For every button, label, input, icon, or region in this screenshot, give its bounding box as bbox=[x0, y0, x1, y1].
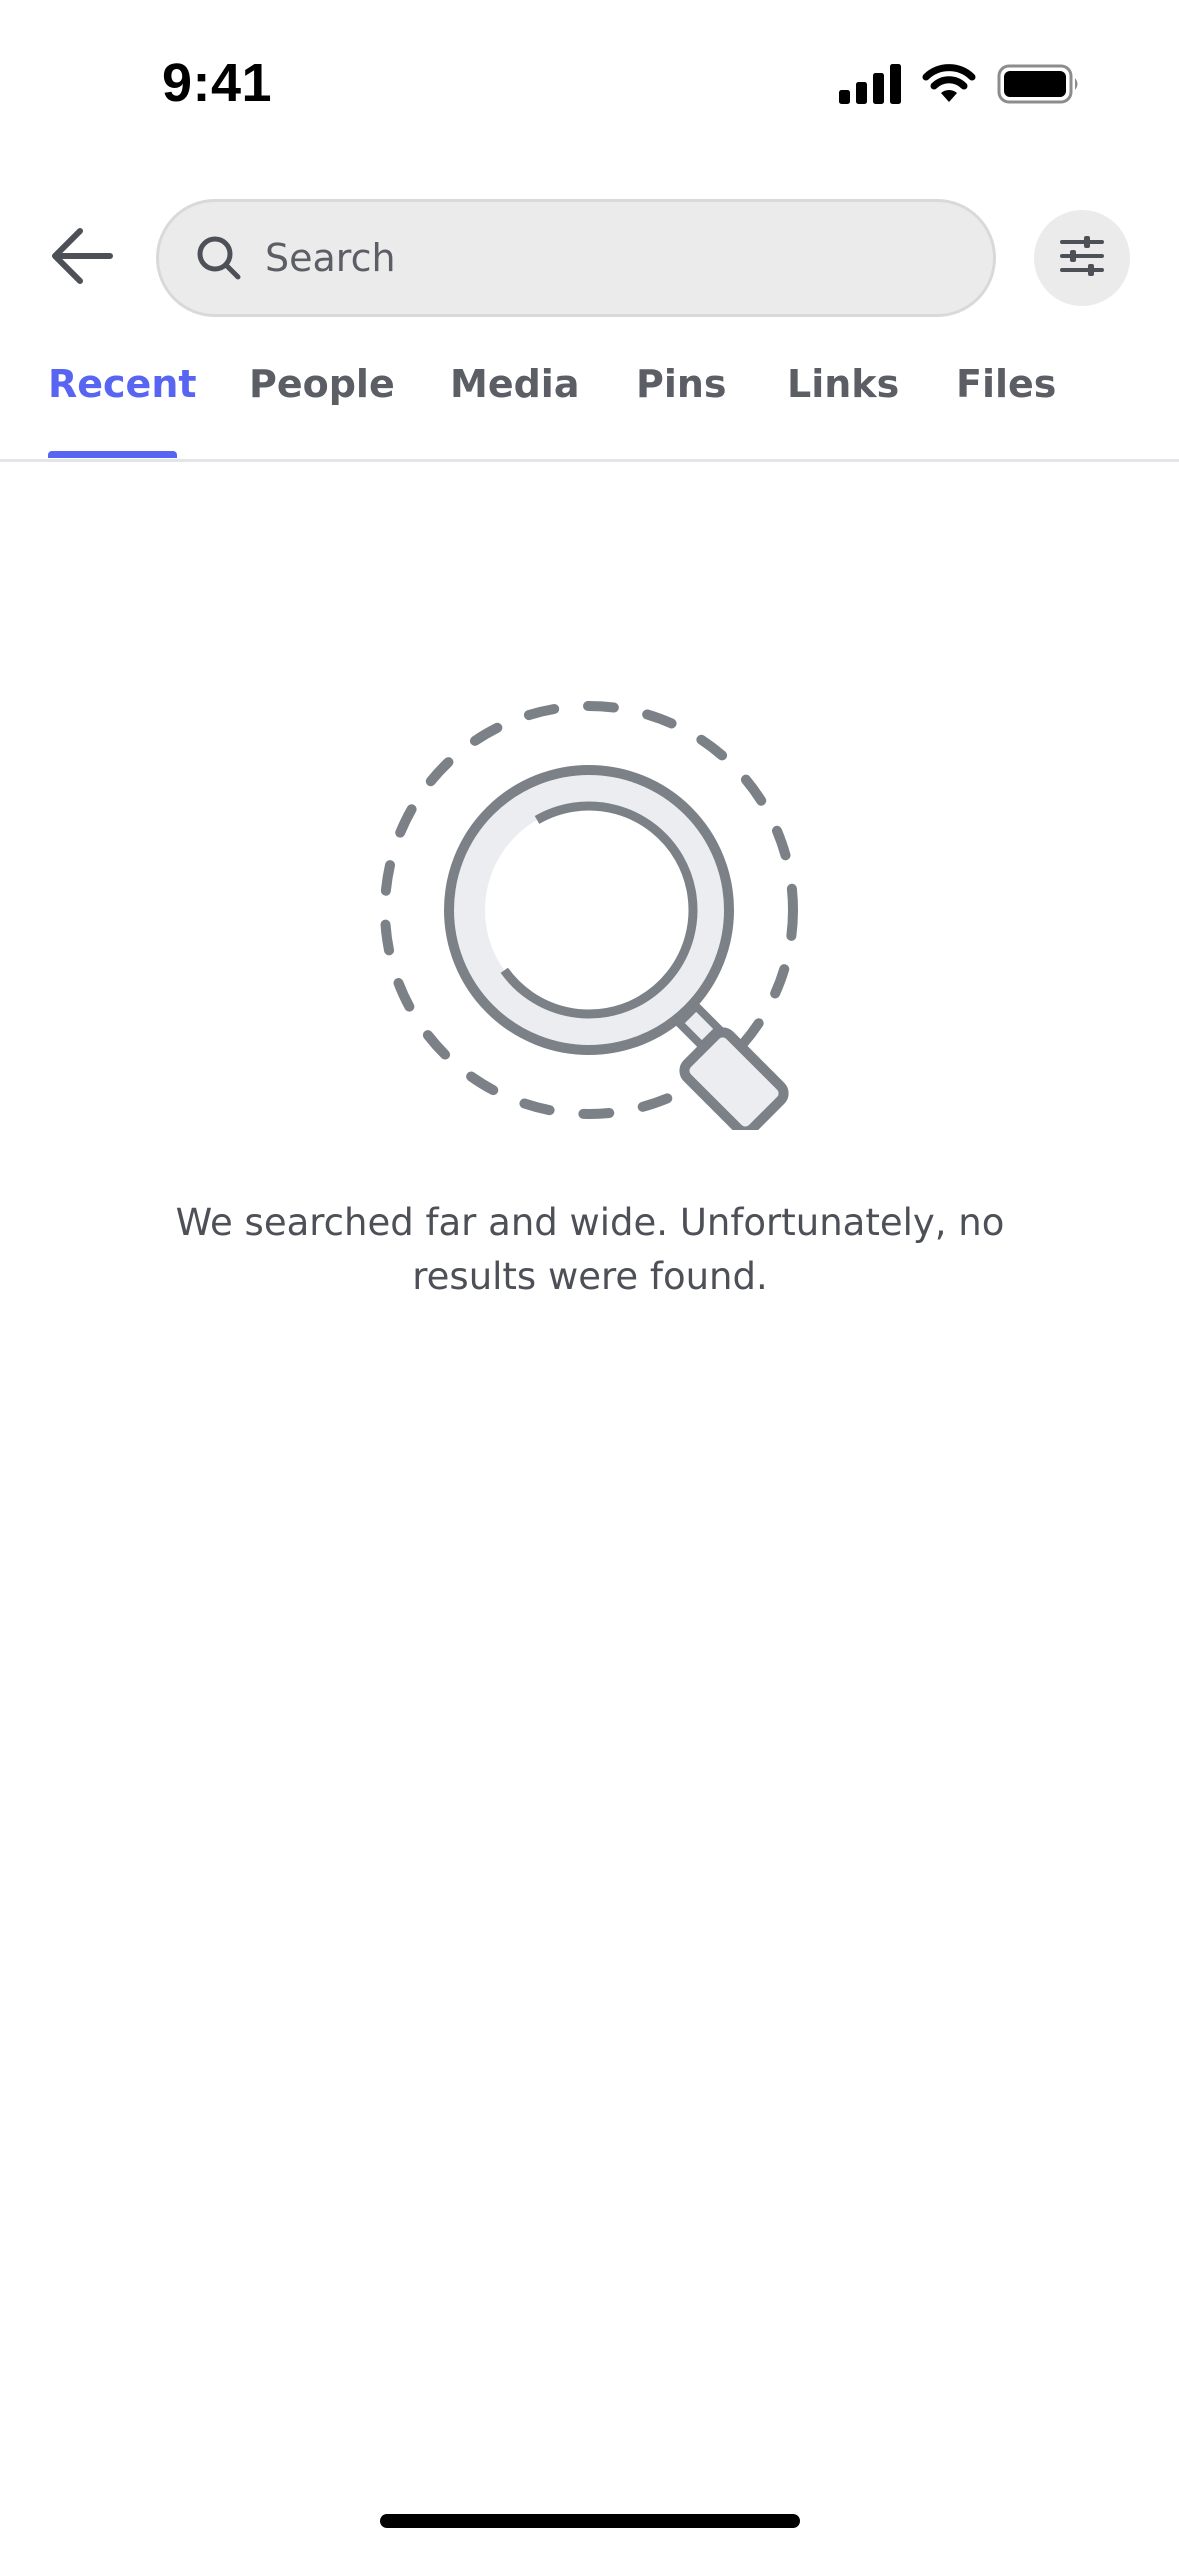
battery-icon bbox=[997, 64, 1081, 108]
status-time: 9:41 bbox=[162, 53, 273, 113]
tabs-divider bbox=[0, 459, 1179, 462]
search-icon bbox=[195, 234, 243, 282]
back-button[interactable] bbox=[46, 222, 118, 294]
tab-links[interactable]: Links bbox=[787, 362, 899, 406]
sliders-icon bbox=[1058, 234, 1106, 282]
home-indicator[interactable] bbox=[380, 2514, 800, 2528]
status-icons bbox=[839, 64, 1081, 108]
tab-media[interactable]: Media bbox=[450, 362, 579, 406]
empty-state-illustration bbox=[374, 700, 804, 1137]
search-input[interactable] bbox=[265, 218, 945, 298]
wifi-icon bbox=[921, 64, 977, 108]
tab-files[interactable]: Files bbox=[956, 362, 1056, 406]
tab-recent[interactable]: Recent bbox=[48, 362, 197, 406]
search-field[interactable] bbox=[156, 199, 996, 317]
filter-button[interactable] bbox=[1034, 210, 1130, 306]
empty-state-message: We searched far and wide. Unfortunately,… bbox=[140, 1196, 1040, 1304]
tab-pins[interactable]: Pins bbox=[636, 362, 727, 406]
magnifying-glass-icon bbox=[374, 701, 804, 1137]
cellular-signal-icon bbox=[839, 64, 901, 108]
tab-people[interactable]: People bbox=[249, 362, 395, 406]
empty-state-line-1: We searched far and wide. Unfortunately,… bbox=[175, 1201, 1005, 1244]
arrow-left-icon bbox=[50, 227, 114, 289]
active-tab-indicator bbox=[48, 451, 177, 458]
empty-state-line-2: results were found. bbox=[412, 1255, 768, 1298]
status-bar: 9:41 bbox=[0, 0, 1179, 170]
search-tabs: Recent People Media Pins Links Files bbox=[0, 340, 1179, 460]
